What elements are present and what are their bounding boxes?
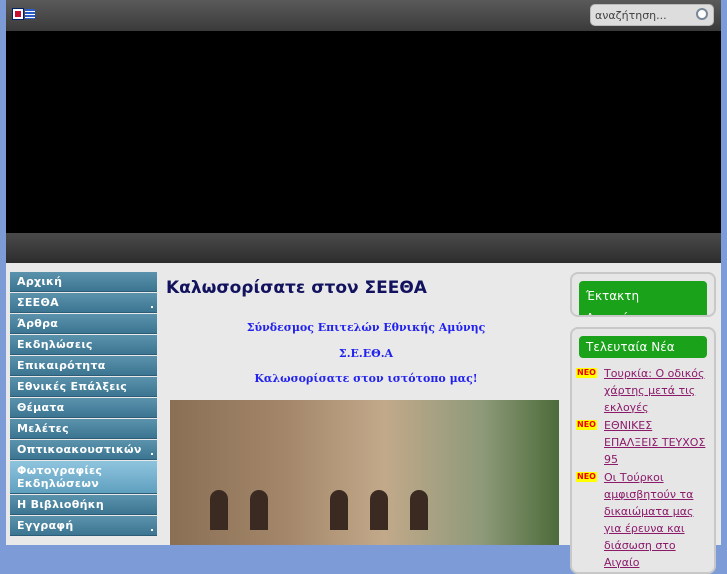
greek-flag-icon[interactable] bbox=[25, 9, 35, 19]
sidebar-menu: Αρχική ΣΕΕΘΑ Άρθρα Εκδηλώσεις Επικαιρότητα Εθ… bbox=[10, 272, 157, 537]
search-icon[interactable] bbox=[696, 8, 708, 20]
menu-item[interactable]: Επικαιρότητα bbox=[10, 356, 157, 376]
menu-item-label: Η Βιβλιοθήκη bbox=[17, 498, 105, 511]
menu-item-label: Αρχική bbox=[17, 275, 63, 288]
menu-item[interactable]: Άρθρα bbox=[10, 314, 157, 334]
top-bar: αναζήτηση... bbox=[6, 0, 721, 31]
english-flag-icon[interactable] bbox=[12, 8, 24, 20]
news-link[interactable]: ΕΘΝΙΚΕΣ ΕΠΑΛΞΕΙΣ ΤΕΥΧΟΣ 95 bbox=[604, 419, 705, 466]
menu-item[interactable]: Θέματα bbox=[10, 398, 157, 418]
menu-item-label: Φωτογραφίες Εκδηλώσεων bbox=[17, 464, 103, 490]
page-title: Καλωσορίσατε στον ΣΕΕΘΑ bbox=[166, 278, 427, 298]
menu-item-label: Επικαιρότητα bbox=[17, 359, 106, 372]
building-photo bbox=[170, 400, 559, 545]
menu-item-label: Εκδηλώσεις bbox=[17, 338, 93, 351]
menu-item[interactable]: Η Βιβλιοθήκη bbox=[10, 495, 157, 515]
news-link[interactable]: Τουρκία: Ο οδικός χάρτης μετά τις εκλογέ… bbox=[604, 367, 704, 414]
search-input[interactable]: αναζήτηση... bbox=[590, 4, 714, 26]
menu-item-label: Εγγραφή bbox=[17, 519, 74, 532]
banner bbox=[6, 31, 721, 233]
menu-item[interactable]: Μελέτες bbox=[10, 419, 157, 439]
news-item: NEO Οι Τούρκοι αμφισβητούν τα δικαιώματα … bbox=[576, 469, 708, 571]
news-link[interactable]: Οι Τούρκοι αμφισβητούν τα δικαιώματα μας… bbox=[604, 471, 693, 569]
search-placeholder: αναζήτηση... bbox=[595, 9, 667, 22]
menu-item[interactable]: Εκδηλώσεις bbox=[10, 335, 157, 355]
menu-item-label: Θέματα bbox=[17, 401, 65, 414]
intro-line-3: Καλωσορίσατε στον ιστότοπο μας! bbox=[254, 372, 478, 385]
new-badge: NEO bbox=[576, 472, 597, 482]
menu-item[interactable]: Φωτογραφίες Εκδηλώσεων bbox=[10, 461, 157, 494]
news-item: NEO Τουρκία: Ο οδικός χάρτης μετά τις εκλ… bbox=[576, 365, 708, 416]
menu-item-label: Άρθρα bbox=[17, 317, 59, 330]
menu-item[interactable]: Οπτικοακουστικών bbox=[10, 440, 157, 460]
menu-item[interactable]: Εθνικές Επάλξεις bbox=[10, 377, 157, 397]
menu-item-label: Μελέτες bbox=[17, 422, 69, 435]
new-badge: NEO bbox=[576, 420, 597, 430]
submenu-indicator-icon bbox=[151, 529, 153, 531]
menu-item-label: Οπτικοακουστικών bbox=[17, 443, 142, 456]
menu-item[interactable]: ΣΕΕΘΑ bbox=[10, 293, 157, 313]
announcement-title: Έκτακτη Ανακοίνωση bbox=[579, 281, 707, 315]
latest-news-title: Τελευταία Νέα bbox=[579, 336, 707, 358]
announcement-box: Έκτακτη Ανακοίνωση bbox=[570, 272, 716, 317]
new-badge: NEO bbox=[576, 368, 597, 378]
news-item: NEO ΕΘΝΙΚΕΣ ΕΠΑΛΞΕΙΣ ΤΕΥΧΟΣ 95 bbox=[576, 417, 708, 468]
nav-bar bbox=[6, 233, 721, 263]
submenu-indicator-icon bbox=[151, 453, 153, 455]
menu-item-label: ΣΕΕΘΑ bbox=[17, 296, 59, 309]
intro-line-1: Σύνδεσμος Επιτελών Εθνικής Αμύνης bbox=[246, 321, 486, 334]
news-list: NEO Τουρκία: Ο οδικός χάρτης μετά τις εκλ… bbox=[572, 365, 714, 571]
menu-item-label: Εθνικές Επάλξεις bbox=[17, 380, 128, 393]
intro-line-2: Σ.Ε.ΕΘ.Α bbox=[338, 347, 394, 360]
latest-news-box: Τελευταία Νέα NEO Τουρκία: Ο οδικός χάρτη… bbox=[570, 327, 716, 574]
submenu-indicator-icon bbox=[151, 306, 153, 308]
page: αναζήτηση... Αρχική ΣΕΕΘΑ Άρθρα Εκδηλώσεις Ε… bbox=[6, 0, 721, 574]
menu-item[interactable]: Εγγραφή bbox=[10, 516, 157, 536]
menu-item[interactable]: Αρχική bbox=[10, 272, 157, 292]
